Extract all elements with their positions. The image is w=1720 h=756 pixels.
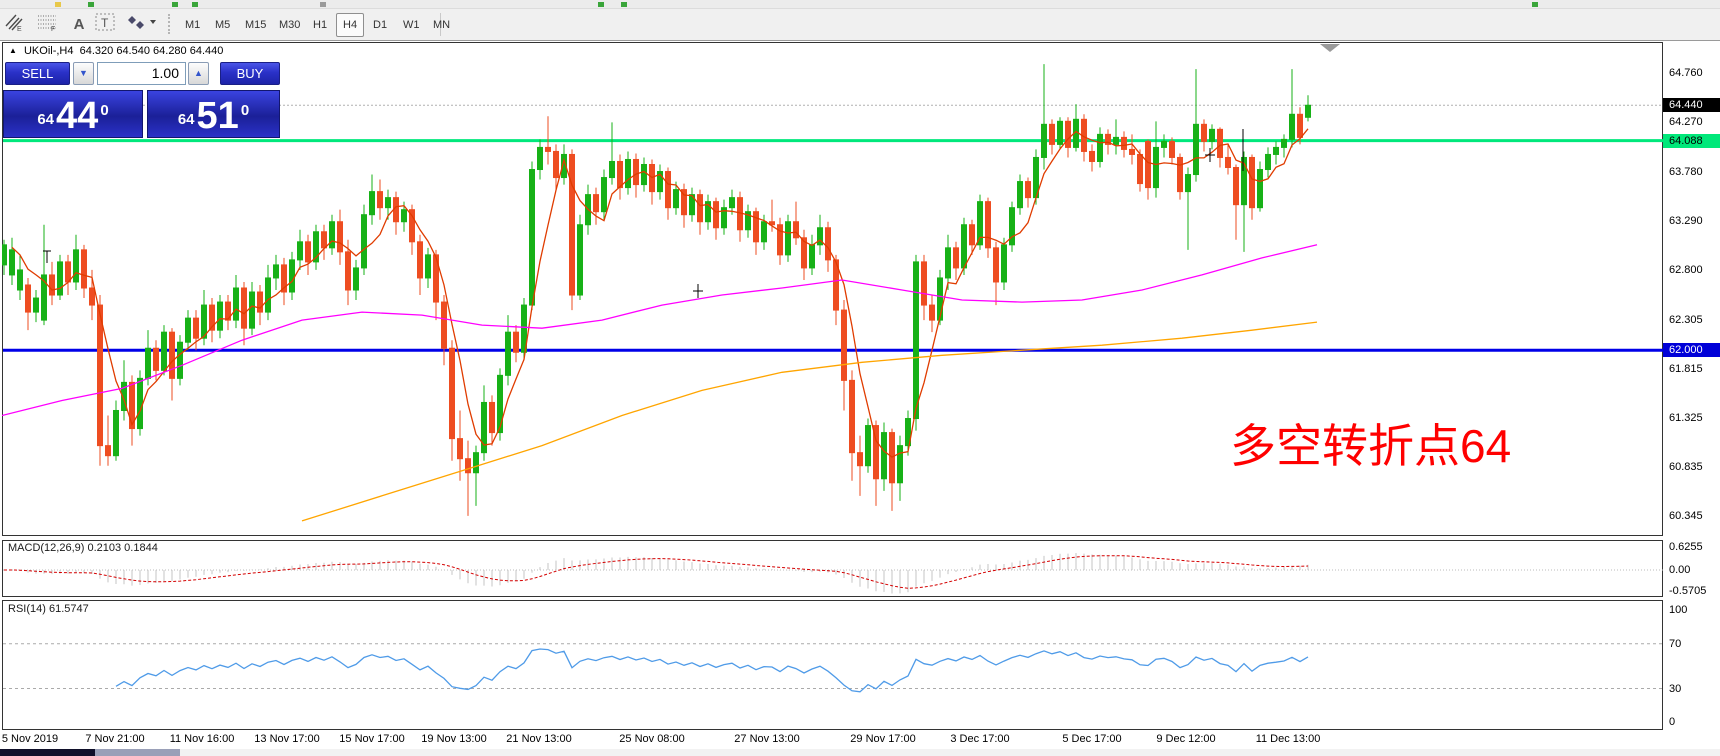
text-annotation-icon[interactable]: A (66, 12, 92, 36)
macd-indicator-pane[interactable] (2, 540, 1663, 597)
timeframe-button-m5[interactable]: M5 (208, 13, 237, 37)
drawing-toolbar: E F A T M1 M5 M15 M30 H1 H4 D1 W1 MN (0, 9, 1720, 41)
price-tick: 63.290 (1669, 214, 1703, 227)
rsi-tick: 100 (1669, 604, 1688, 617)
equidistant-lines-icon[interactable]: E (4, 12, 30, 36)
timeframe-button-h4[interactable]: H4 (336, 13, 365, 37)
text-label-icon[interactable]: T (94, 12, 120, 36)
toolbar-fragment-icon (320, 2, 326, 7)
toolbar-fragment-icon (55, 2, 61, 7)
sell-button[interactable]: SELL (5, 62, 70, 85)
toolbar-fragment-icon (621, 2, 627, 7)
price-tick: 64.760 (1669, 67, 1703, 80)
time-axis-label: 29 Nov 17:00 (850, 733, 916, 745)
toolbar-fragment-icon (172, 2, 178, 7)
volume-input[interactable]: 1.00 (97, 62, 186, 85)
buy-price-panel[interactable]: 64 51 0 (147, 90, 280, 138)
volume-increase-stepper[interactable]: ▲ (188, 62, 209, 85)
time-axis[interactable]: 5 Nov 2019 7 Nov 21:00 11 Nov 16:00 13 Nov … (2, 732, 1663, 748)
timeframe-button-m1[interactable]: M1 (178, 13, 207, 37)
rsi-tick: 0 (1669, 716, 1676, 729)
svg-text:E: E (17, 26, 22, 32)
macd-label: MACD(12,26,9) 0.2103 0.1844 (8, 542, 158, 554)
time-axis-label: 13 Nov 17:00 (254, 733, 320, 745)
macd-tick: 0.6255 (1669, 541, 1703, 553)
macd-tick: -0.5705 (1669, 584, 1707, 597)
sell-price-small: 64 (37, 111, 55, 128)
price-tick: 60.835 (1669, 461, 1703, 474)
time-axis-label: 15 Nov 17:00 (339, 733, 405, 745)
timeframe-button-m15[interactable]: M15 (238, 13, 273, 37)
price-tick: 61.815 (1669, 362, 1703, 375)
status-segment (180, 749, 1720, 756)
rsi-tick: 30 (1669, 682, 1682, 695)
collapse-panel-icon[interactable]: ▲ (9, 46, 17, 55)
macd-tick: 0.00 (1669, 564, 1691, 576)
timeframe-button-mn[interactable]: MN (426, 13, 457, 37)
time-axis-label: 25 Nov 08:00 (619, 733, 685, 745)
chart-text-annotation: 多空转折点64 (1230, 420, 1512, 472)
time-axis-label: 3 Dec 17:00 (950, 733, 1010, 745)
toolbar-fragment-icon (1532, 2, 1538, 7)
time-axis-label: 5 Nov 2019 (1, 733, 59, 745)
price-badge: 62.000 (1663, 343, 1720, 358)
price-tick: 61.325 (1669, 412, 1703, 425)
status-segment (95, 749, 180, 756)
svg-text:F: F (51, 26, 55, 32)
time-axis-label: 19 Nov 13:00 (421, 733, 487, 745)
rsi-tick: 70 (1669, 637, 1682, 650)
toolbar-fragment-icon (192, 2, 198, 7)
rsi-indicator-pane[interactable] (2, 600, 1663, 730)
buy-price-small: 64 (177, 111, 195, 128)
price-axis[interactable]: 64.760 64.270 63.780 63.290 62.800 62.305 61.8… (1663, 42, 1720, 747)
price-tick: 62.305 (1669, 313, 1703, 326)
status-segment (0, 749, 95, 756)
rsi-label: RSI(14) 61.5747 (8, 603, 89, 615)
price-badge: 64.088 (1663, 133, 1720, 148)
price-tick: 60.345 (1669, 510, 1703, 523)
sell-price-sup: 0 (100, 102, 109, 119)
cutoff-toolbar-strip (0, 0, 1720, 9)
time-axis-label: 11 Nov 16:00 (169, 733, 235, 745)
volume-decrease-stepper[interactable]: ▼ (73, 62, 94, 85)
fibonacci-grid-icon[interactable]: F (36, 12, 62, 36)
chart-header: ▲ UKOil-,H4 64.320 64.540 64.280 64.440 (9, 45, 223, 57)
price-tick: 63.780 (1669, 165, 1703, 178)
time-axis-label: 7 Nov 21:00 (85, 733, 145, 745)
buy-price-sup: 0 (240, 102, 250, 119)
bottom-status-strip (0, 748, 1720, 756)
buy-price-big: 51 (196, 95, 239, 137)
toolbar-fragment-icon (598, 2, 604, 7)
buy-button[interactable]: BUY (220, 62, 280, 85)
ohlc-values: 64.320 64.540 64.280 64.440 (79, 45, 224, 57)
time-axis-label: 27 Nov 13:00 (734, 733, 800, 745)
trading-platform-window: E F A T M1 M5 M15 M30 H1 H4 D1 W1 MN 64.760 64. (0, 0, 1720, 756)
timeframe-button-h1[interactable]: H1 (306, 13, 334, 37)
timeframe-button-w1[interactable]: W1 (396, 13, 427, 37)
sell-price-panel[interactable]: 64 44 0 (3, 90, 143, 138)
timeframe-button-m30[interactable]: M30 (272, 13, 307, 37)
time-axis-label: 5 Dec 17:00 (1062, 733, 1122, 745)
arrows-objects-icon[interactable] (126, 12, 160, 36)
time-axis-label: 11 Dec 13:00 (1255, 733, 1321, 745)
sell-price-big: 44 (56, 95, 99, 137)
time-axis-label: 9 Dec 12:00 (1156, 733, 1216, 745)
symbol-label: UKOil-,H4 (23, 45, 74, 57)
toolbar-fragment-icon (88, 2, 94, 7)
timeframe-button-d1[interactable]: D1 (366, 13, 394, 37)
price-tick: 62.800 (1669, 263, 1703, 276)
time-axis-label: 21 Nov 13:00 (506, 733, 572, 745)
toolbar-grip[interactable] (168, 14, 174, 34)
price-tick: 64.270 (1669, 116, 1703, 129)
price-badge: 64.440 (1663, 98, 1720, 113)
svg-text:T: T (101, 16, 109, 30)
